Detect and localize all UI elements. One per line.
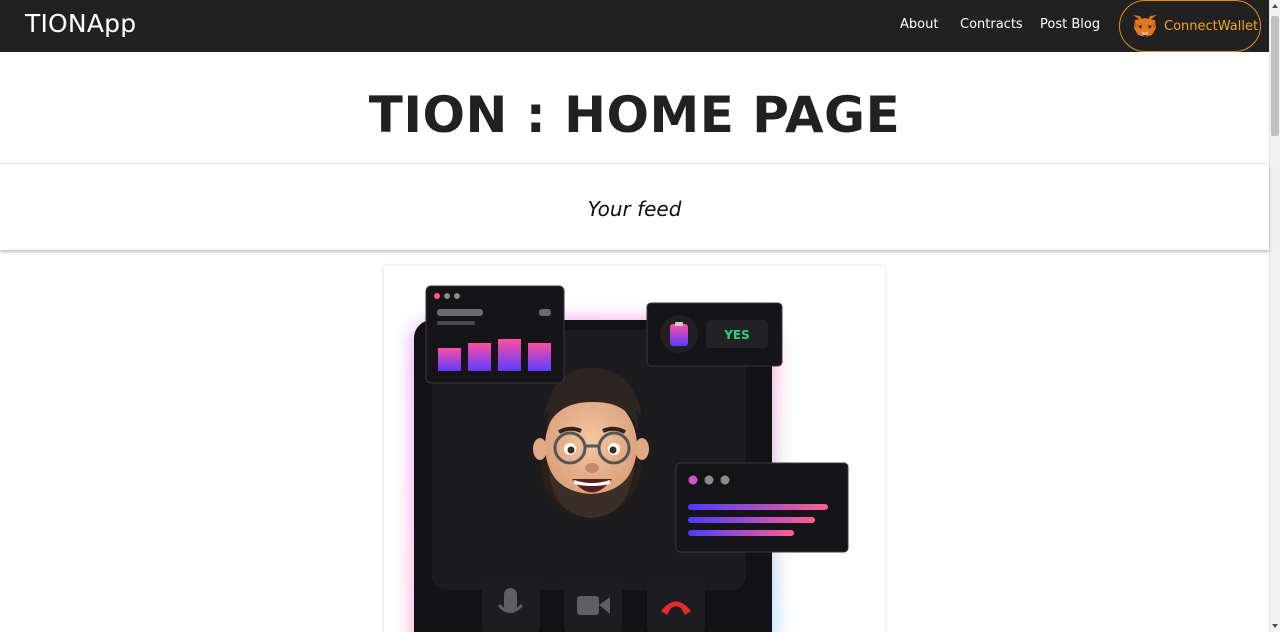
vote-yes-badge: YES — [723, 328, 750, 342]
vote-window: YES — [646, 302, 783, 367]
nav-link-about[interactable]: About — [900, 17, 938, 32]
page-title: TION : HOME PAGE — [368, 86, 901, 144]
scroll-down-arrow-icon[interactable] — [1272, 624, 1278, 628]
call-controls — [482, 577, 705, 632]
feed-card[interactable]: YES — [384, 266, 885, 632]
page-scrollbar[interactable] — [1269, 0, 1280, 632]
stats-window — [425, 285, 565, 384]
metamask-fox-icon — [1133, 15, 1157, 37]
nav-link-post-blog[interactable]: Post Blog — [1040, 17, 1100, 32]
message-window — [675, 462, 849, 553]
brand-logo[interactable]: TIONApp — [25, 9, 136, 38]
connect-wallet-button[interactable]: ConnectWallet — [1119, 0, 1261, 52]
top-navbar: TIONApp About Contracts Post Blog Connec… — [0, 0, 1269, 52]
clipboard-icon — [670, 324, 688, 346]
video-camera-icon — [577, 596, 599, 615]
microphone-icon — [504, 588, 517, 612]
connect-wallet-label: ConnectWallet — [1164, 18, 1259, 34]
nav-link-contracts[interactable]: Contracts — [960, 17, 1023, 32]
feed-title: Your feed — [587, 197, 682, 221]
video-call-illustration: YES — [414, 285, 849, 632]
scroll-thumb[interactable] — [1271, 16, 1279, 136]
scroll-up-arrow-icon[interactable] — [1272, 4, 1278, 8]
